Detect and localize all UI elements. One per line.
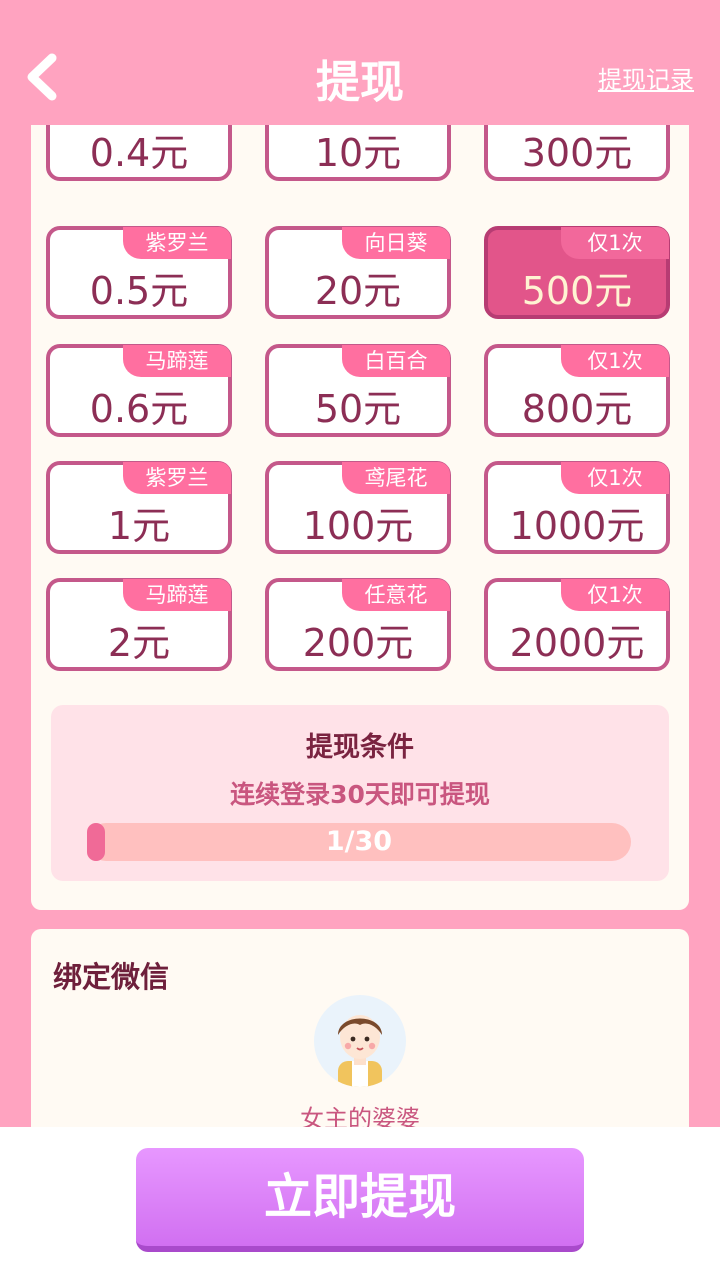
option-tag: 向日葵 (342, 227, 450, 259)
amount-option[interactable]: 紫罗兰 0.5元 (46, 226, 232, 319)
amount-option[interactable]: 马蹄莲 0.6元 (46, 344, 232, 437)
option-amount: 200元 (302, 621, 414, 665)
amount-option[interactable]: 仅1次 800元 (484, 344, 670, 437)
amount-option[interactable]: 向日葵 20元 (265, 226, 451, 319)
option-tag: 鸢尾花 (342, 462, 450, 494)
user-avatar-icon[interactable] (314, 995, 406, 1087)
option-amount: 0.4元 (89, 131, 189, 175)
condition-description: 连续登录30天即可提现 (230, 780, 490, 809)
condition-title: 提现条件 (306, 732, 414, 763)
avatar-illustration (338, 1015, 382, 1087)
option-amount: 0.6元 (89, 387, 189, 431)
withdraw-records-link[interactable]: 提现记录 (598, 60, 694, 95)
option-tag: 仅1次 (561, 579, 669, 611)
amount-option[interactable]: 白百合 50元 (265, 344, 451, 437)
option-amount: 1元 (107, 504, 171, 548)
option-tag: 仅1次 (561, 227, 669, 259)
option-amount: 1000元 (509, 504, 645, 548)
withdraw-options-card: 黄玫瑰0.4元红玫瑰10元仅1次300元紫罗兰0.5元向日葵20元仅1次500元… (31, 90, 689, 910)
header: 提现 提现记录 (0, 0, 720, 125)
amount-option[interactable]: 紫罗兰 1元 (46, 461, 232, 554)
amount-option[interactable]: 仅1次 500元 (484, 226, 670, 319)
login-progress-bar: 1/30 (87, 823, 631, 861)
option-amount: 800元 (521, 387, 633, 431)
option-tag: 马蹄莲 (123, 579, 231, 611)
amount-option[interactable]: 任意花 200元 (265, 578, 451, 671)
option-amount: 500元 (521, 269, 633, 313)
progress-label: 1/30 (325, 826, 393, 857)
withdraw-now-button[interactable]: 立即提现 (136, 1148, 584, 1252)
option-tag: 白百合 (342, 345, 450, 377)
option-amount: 300元 (521, 131, 633, 175)
option-amount: 2000元 (509, 621, 645, 665)
option-amount: 20元 (314, 269, 402, 313)
option-amount: 0.5元 (89, 269, 189, 313)
bottom-bar: 立即提现 (0, 1127, 720, 1280)
amount-option[interactable]: 鸢尾花 100元 (265, 461, 451, 554)
amount-option[interactable]: 仅1次 2000元 (484, 578, 670, 671)
option-tag: 任意花 (342, 579, 450, 611)
option-tag: 紫罗兰 (123, 462, 231, 494)
option-amount: 10元 (314, 131, 402, 175)
option-tag: 紫罗兰 (123, 227, 231, 259)
option-tag: 马蹄莲 (123, 345, 231, 377)
option-tag: 仅1次 (561, 462, 669, 494)
option-amount: 50元 (314, 387, 402, 431)
option-tag: 仅1次 (561, 345, 669, 377)
amount-option[interactable]: 仅1次 1000元 (484, 461, 670, 554)
bind-wechat-title: 绑定微信 (53, 960, 170, 994)
withdraw-condition-panel: 提现条件 连续登录30天即可提现 1/30 (51, 705, 669, 881)
amount-option[interactable]: 马蹄莲 2元 (46, 578, 232, 671)
option-amount: 2元 (107, 621, 171, 665)
option-amount: 100元 (302, 504, 414, 548)
